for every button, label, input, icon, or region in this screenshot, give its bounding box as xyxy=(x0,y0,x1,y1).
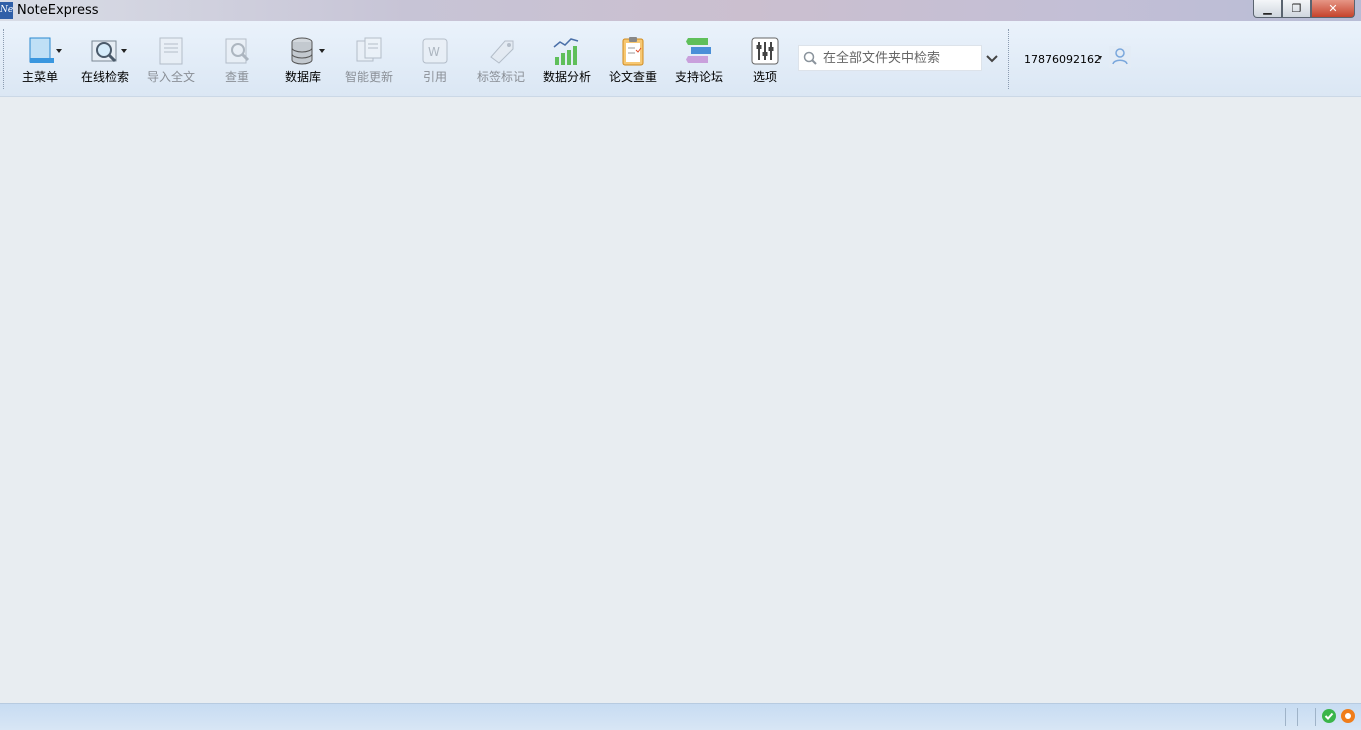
find-duplicates-button[interactable]: 查重 xyxy=(207,31,267,89)
paper-check-button[interactable]: 论文查重 xyxy=(603,31,663,89)
import-fulltext-button[interactable]: 导入全文 xyxy=(141,31,201,89)
support-forum-label: 支持论坛 xyxy=(674,70,723,84)
database-label: 数据库 xyxy=(284,70,321,84)
toolbar-separator xyxy=(1008,29,1009,89)
online-search-button[interactable]: 在线检索 xyxy=(75,31,135,89)
forum-icon xyxy=(683,35,715,67)
word-cite-icon: W xyxy=(419,35,451,67)
status-divider xyxy=(1297,708,1298,726)
tag-mark-label: 标签标记 xyxy=(476,70,525,84)
cite-button[interactable]: W 引用 xyxy=(405,31,465,89)
duplicate-search-icon xyxy=(221,35,253,67)
search-icon xyxy=(803,51,817,68)
notification-icon[interactable] xyxy=(1341,709,1355,723)
main-workspace xyxy=(0,97,1361,703)
import-document-icon xyxy=(155,35,187,67)
smart-update-label: 智能更新 xyxy=(344,70,393,84)
restore-button[interactable]: ❐ xyxy=(1282,0,1311,18)
paper-check-label: 论文查重 xyxy=(608,70,657,84)
sync-ok-icon[interactable] xyxy=(1322,709,1336,723)
database-button[interactable]: 数据库 xyxy=(273,31,333,89)
main-menu-label: 主菜单 xyxy=(21,70,58,84)
window-controls: ▁ ❐ ✕ xyxy=(1253,0,1355,18)
clipboard-icon xyxy=(617,35,649,67)
window-title: NoteExpress xyxy=(17,3,99,18)
window-icon xyxy=(24,35,56,67)
user-avatar-icon[interactable] xyxy=(1109,46,1131,68)
data-analysis-label: 数据分析 xyxy=(542,70,591,84)
main-menu-button[interactable]: 主菜单 xyxy=(10,31,70,89)
support-forum-button[interactable]: 支持论坛 xyxy=(669,31,729,89)
tag-icon xyxy=(485,35,517,67)
folder-search-box xyxy=(798,45,982,71)
database-icon xyxy=(287,35,319,67)
data-analysis-button[interactable]: 数据分析 xyxy=(537,31,597,89)
minimize-button[interactable]: ▁ xyxy=(1253,0,1282,18)
status-bar xyxy=(0,703,1361,730)
find-duplicates-label: 查重 xyxy=(224,70,249,84)
status-divider xyxy=(1315,708,1316,726)
options-button[interactable]: 选项 xyxy=(735,31,795,89)
import-fulltext-label: 导入全文 xyxy=(146,70,195,84)
search-input[interactable] xyxy=(821,47,981,69)
status-divider xyxy=(1285,708,1286,726)
svg-text:W: W xyxy=(428,45,440,59)
search-dropdown-chevron-icon[interactable] xyxy=(985,53,999,67)
close-button[interactable]: ✕ xyxy=(1311,0,1355,18)
sliders-icon xyxy=(749,35,781,67)
main-toolbar: 主菜单 在线检索 导入全文 查重 数据库 智能更新 W 引用 标签标记 数据分析… xyxy=(0,21,1361,97)
cite-label: 引用 xyxy=(422,70,447,84)
toolbar-grip[interactable] xyxy=(3,29,4,89)
options-label: 选项 xyxy=(752,70,777,84)
bar-chart-icon xyxy=(551,35,583,67)
smart-update-button[interactable]: 智能更新 xyxy=(339,31,399,89)
tag-mark-button[interactable]: 标签标记 xyxy=(471,31,531,89)
title-bar: Ne NoteExpress ▁ ❐ ✕ xyxy=(0,0,1361,21)
magnifier-icon xyxy=(89,35,121,67)
online-search-label: 在线检索 xyxy=(80,70,129,84)
user-dropdown-caret-icon[interactable] xyxy=(1098,56,1102,60)
smart-update-icon xyxy=(353,35,385,67)
user-account-id[interactable]: 17876092162 xyxy=(1024,53,1101,66)
app-logo-icon: Ne xyxy=(0,2,13,19)
